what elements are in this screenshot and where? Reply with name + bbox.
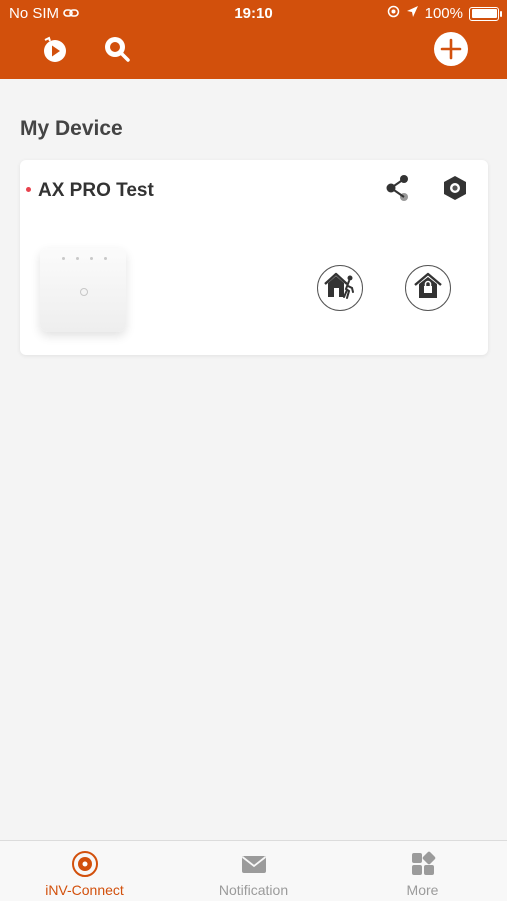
device-card[interactable]: AX PRO Test <box>20 160 488 355</box>
location-icon <box>406 5 419 22</box>
device-name: AX PRO Test <box>38 180 154 201</box>
tab-notification[interactable]: Notification <box>169 841 338 901</box>
app-header: No SIM 19:10 100% <box>0 0 507 79</box>
stay-arm-icon <box>413 272 443 305</box>
tab-bar: iNV-Connect Notification More <box>0 840 507 901</box>
tab-inv-connect[interactable]: iNV-Connect <box>0 841 169 901</box>
device-settings-button[interactable] <box>440 175 470 205</box>
device-image <box>40 248 126 332</box>
away-arm-button[interactable] <box>317 265 363 311</box>
orientation-lock-icon <box>387 5 400 22</box>
inv-connect-icon <box>71 850 99 878</box>
playback-button[interactable] <box>40 36 70 66</box>
tab-label: Notification <box>218 882 289 898</box>
add-icon <box>433 31 469 72</box>
add-device-button[interactable] <box>433 31 469 72</box>
tab-label: iNV-Connect <box>45 882 124 898</box>
share-button[interactable] <box>383 174 413 207</box>
status-dot <box>26 187 31 192</box>
playback-icon <box>40 34 70 69</box>
battery-icon <box>469 6 502 21</box>
mail-icon <box>240 850 268 878</box>
status-bar: No SIM 19:10 100% <box>0 0 507 28</box>
tab-more[interactable]: More <box>338 841 507 901</box>
settings-icon <box>441 174 469 207</box>
battery-percent: 100% <box>424 5 463 22</box>
page-title: My Device <box>20 117 123 140</box>
search-button[interactable] <box>102 36 132 66</box>
away-arm-icon <box>323 271 357 306</box>
tab-label: More <box>406 882 439 898</box>
stay-arm-button[interactable] <box>405 265 451 311</box>
grid-icon <box>409 850 437 878</box>
share-icon <box>385 174 411 207</box>
search-icon <box>102 34 132 69</box>
